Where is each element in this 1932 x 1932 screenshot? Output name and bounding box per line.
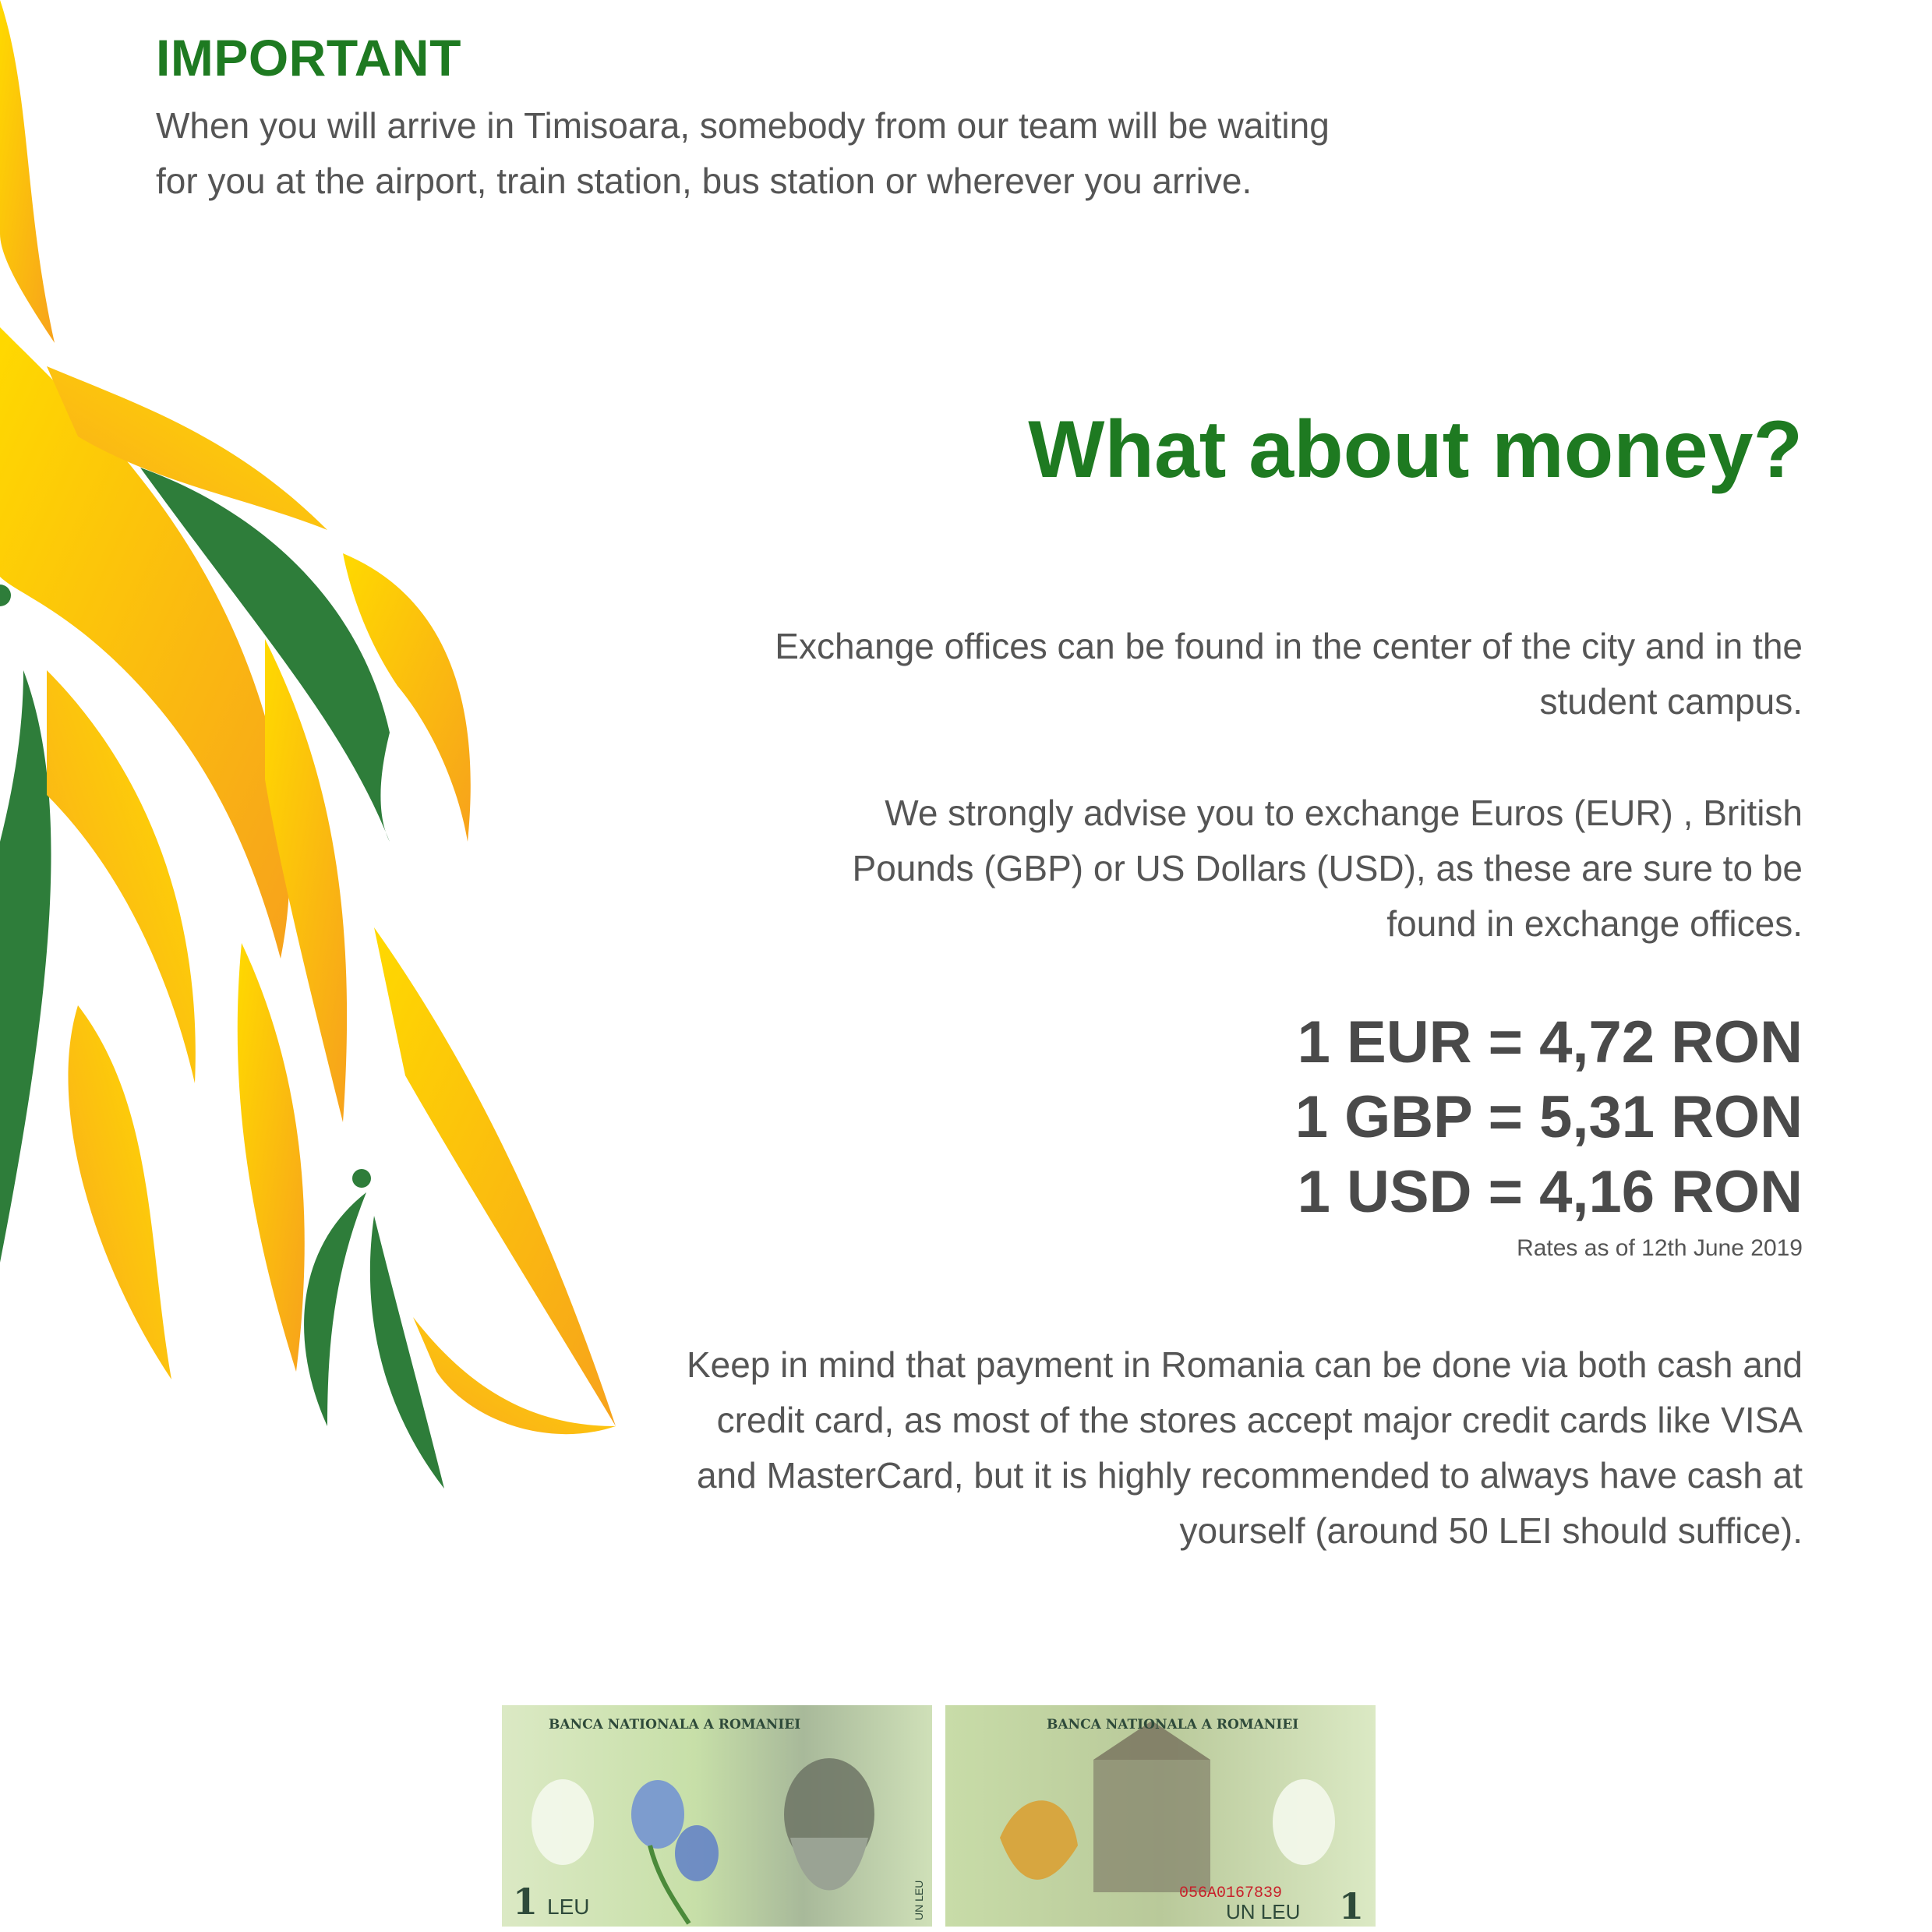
flame-shape	[68, 1005, 171, 1379]
flame-shape	[47, 670, 196, 1083]
watermark-shape	[532, 1779, 594, 1865]
exchange-rates: 1 EUR = 4,72 RON 1 GBP = 5,31 RON 1 USD …	[1101, 1005, 1803, 1264]
flower-shape	[675, 1825, 719, 1881]
leaf-shape	[304, 1192, 366, 1426]
banknote-back-denomination: 1	[1339, 1885, 1364, 1927]
flame-shape	[237, 943, 305, 1372]
rate-usd: 1 USD = 4,16 RON	[1297, 1159, 1803, 1225]
watermark-shape	[1273, 1779, 1335, 1865]
banknote-back-currency: UN LEU	[1226, 1900, 1300, 1923]
flower-shape	[631, 1780, 684, 1849]
banknote-front-bank-name: BANCA NATIONALA A ROMANIEI	[549, 1717, 800, 1732]
flame-shape	[374, 927, 616, 1426]
important-text: When you will arrive in Timisoara, someb…	[156, 105, 1330, 201]
important-heading: IMPORTANT	[156, 29, 461, 87]
banknote-front-side-text: UN LEU	[913, 1881, 925, 1920]
money-heading: What about money?	[1028, 404, 1803, 495]
banknote-front-image: BANCA NATIONALA A ROMANIEI 1 LEU UN LEU	[502, 1705, 932, 1927]
flame-leaf-artwork	[0, 0, 616, 1489]
dot-decoration	[352, 1169, 371, 1188]
exchange-advice-text: We strongly advise you to exchange Euros…	[852, 793, 1803, 944]
building-shape	[1093, 1760, 1210, 1892]
exchange-offices-text: Exchange offices can be found in the cen…	[775, 626, 1803, 722]
banknote-front-denomination: 1	[513, 1881, 538, 1923]
rate-gbp: 1 GBP = 5,31 RON	[1294, 1084, 1803, 1150]
flame-shape	[0, 0, 55, 343]
payment-info-text: Keep in mind that payment in Romania can…	[686, 1344, 1803, 1551]
dot-decoration	[0, 585, 11, 606]
banknote-back-image: BANCA NATIONALA A ROMANIEI 056A0167839 U…	[945, 1705, 1376, 1927]
banknote-front-currency: LEU	[547, 1895, 589, 1919]
leaf-shape	[0, 670, 51, 1263]
banknote-back-bank-name: BANCA NATIONALA A ROMANIEI	[1047, 1717, 1298, 1732]
rates-date-note: Rates as of 12th June 2019	[1517, 1235, 1803, 1261]
rate-eur: 1 EUR = 4,72 RON	[1297, 1009, 1803, 1075]
